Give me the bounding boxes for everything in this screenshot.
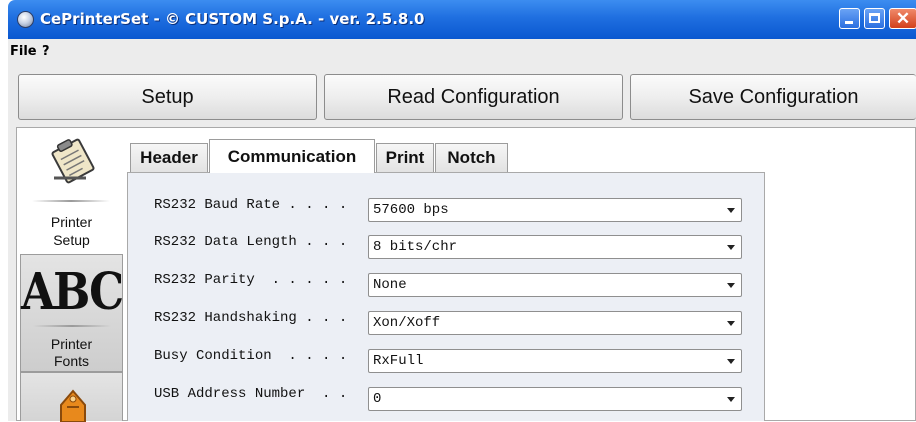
rs232-parity-select[interactable]: None: [368, 273, 742, 297]
dropdown-arrow-icon[interactable]: [727, 321, 735, 326]
busy-condition-select[interactable]: RxFull: [368, 349, 742, 373]
tab-notch[interactable]: Notch: [435, 143, 508, 172]
close-button[interactable]: ✕: [889, 8, 916, 29]
rs232-baud-rate-select[interactable]: 57600 bps: [368, 198, 742, 222]
sidebar-label-line2: Setup: [53, 232, 90, 248]
title-bar: CePrinterSet - © CUSTOM S.p.A. - ver. 2.…: [8, 0, 916, 39]
sidebar-item-printer-fonts[interactable]: ABC Printer Fonts: [20, 254, 124, 372]
clipboard-icon: [51, 138, 95, 184]
dropdown-arrow-icon[interactable]: [727, 359, 735, 364]
select-value: None: [373, 277, 407, 293]
rs232-handshaking-label: RS232 Handshaking . . .: [154, 310, 348, 326]
tab-header[interactable]: Header: [130, 143, 208, 172]
select-value: RxFull: [373, 353, 424, 369]
tab-communication[interactable]: Communication: [209, 139, 375, 173]
menu-bar: File ?: [8, 39, 916, 66]
maximize-button[interactable]: [864, 8, 885, 29]
sidebar-label-line2: Fonts: [53, 353, 89, 369]
rs232-data-length-label: RS232 Data Length . . .: [154, 234, 348, 250]
setup-button[interactable]: Setup: [18, 74, 317, 120]
maximize-icon: [869, 13, 880, 23]
rs232-baud-rate-label: RS232 Baud Rate . . . .: [154, 197, 348, 213]
toolbox-icon: [60, 389, 86, 422]
dropdown-arrow-icon[interactable]: [727, 245, 735, 250]
read-configuration-button[interactable]: Read Configuration: [324, 74, 623, 120]
window-title: CePrinterSet - © CUSTOM S.p.A. - ver. 2.…: [40, 10, 425, 28]
minimize-icon: [845, 21, 853, 24]
select-value: 57600 bps: [373, 202, 449, 218]
dropdown-arrow-icon[interactable]: [727, 208, 735, 213]
minimize-button[interactable]: [839, 8, 860, 29]
tab-print[interactable]: Print: [376, 143, 434, 172]
menu-file[interactable]: File: [10, 44, 37, 59]
app-icon: [17, 11, 34, 28]
dropdown-arrow-icon[interactable]: [727, 283, 735, 288]
usb-address-number-label: USB Address Number . .: [154, 386, 348, 402]
sidebar-label-line1: Printer: [50, 336, 93, 352]
rs232-handshaking-select[interactable]: Xon/Xoff: [368, 311, 742, 335]
sidebar-item-printer-setup[interactable]: Printer Setup: [20, 128, 123, 254]
menu-help[interactable]: ?: [42, 44, 50, 59]
busy-condition-label: Busy Condition . . . .: [154, 348, 348, 364]
sidebar-divider: [32, 200, 110, 202]
select-value: 8 bits/chr: [373, 239, 458, 255]
rs232-data-length-select[interactable]: 8 bits/chr: [368, 235, 742, 259]
select-value: 0: [373, 391, 382, 407]
dropdown-arrow-icon[interactable]: [727, 397, 735, 402]
save-configuration-button[interactable]: Save Configuration: [630, 74, 916, 120]
select-value: Xon/Xoff: [373, 315, 441, 331]
rs232-parity-label: RS232 Parity . . . . .: [154, 272, 348, 288]
abc-fonts-icon: ABC: [21, 263, 124, 322]
sidebar-label-line1: Printer: [50, 214, 93, 230]
close-icon: ✕: [895, 9, 911, 28]
usb-address-number-select[interactable]: 0: [368, 387, 742, 411]
sidebar-divider: [33, 325, 111, 327]
sidebar-item-tools[interactable]: [20, 372, 123, 422]
